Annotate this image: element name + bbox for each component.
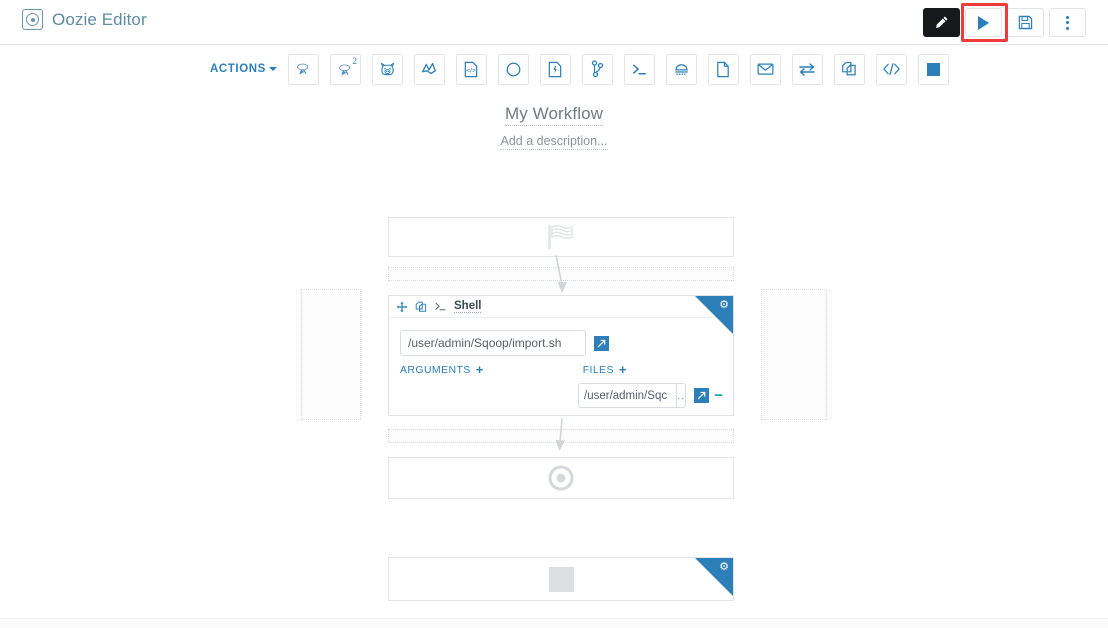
circle-icon [506,62,521,76]
shell-prompt-icon [633,63,646,75]
action-spark[interactable] [539,53,571,85]
actions-dropdown[interactable]: ACTIONS [210,63,277,75]
action-kill[interactable] [917,53,949,85]
caret-down-icon [268,66,277,71]
copy-icon[interactable] [415,301,427,313]
kill-node[interactable]: ⚙ [388,557,734,601]
hive-bee-icon [297,63,309,75]
shell-node[interactable]: Shell ✕ ARGUMENTS + FILES + [388,295,734,416]
fork-branch-icon [591,60,604,78]
app-title: Oozie Editor [52,9,147,29]
shell-settings-ribbon[interactable] [695,296,733,334]
copy-icon [842,61,857,76]
save-button[interactable] [1007,8,1044,37]
move-arrows-icon[interactable] [396,301,408,313]
shell-file-expand-icon[interactable] [694,388,710,403]
footer-band [0,618,1108,628]
shell-node-body: ARGUMENTS + FILES + .. − [389,318,733,408]
action-generic[interactable] [875,53,907,85]
action-mapreduce[interactable] [497,53,529,85]
filled-square-icon [926,62,940,76]
action-fork[interactable] [581,53,613,85]
shell-prompt-icon [434,301,447,312]
oozie-circle-icon [22,9,43,30]
header-action-buttons [923,3,1086,42]
shell-file-remove-icon[interactable]: − [714,388,723,403]
spark-doc-icon [549,61,562,77]
connector-start-to-shell [555,255,567,293]
edit-button[interactable] [923,8,960,37]
envelope-icon [757,63,774,75]
document-icon [717,61,730,77]
shell-command-row [400,330,723,356]
action-shell[interactable] [623,53,655,85]
dropzone-right-of-shell[interactable] [761,289,827,420]
kill-settings-ribbon[interactable] [695,558,733,596]
action-sqoop[interactable] [413,53,445,85]
shell-file-browse-button[interactable]: .. [676,383,687,408]
end-node[interactable] [388,457,734,499]
arguments-add-button[interactable]: ARGUMENTS + [400,363,484,376]
action-pig[interactable] [371,53,403,85]
pencil-icon [936,16,948,28]
filled-square-icon [548,566,574,592]
arguments-label: ARGUMENTS [400,363,471,376]
files-label: FILES [582,363,614,376]
workflow-description[interactable]: Add a description... [500,134,608,150]
svg-text:</>: </> [467,67,477,74]
transfer-arrows-icon [799,63,816,76]
shell-command-input[interactable] [400,330,586,356]
workflow-canvas: Shell ✕ ARGUMENTS + FILES + [0,160,1108,628]
start-node[interactable] [388,217,734,257]
actions-label: ACTIONS [210,63,266,75]
action-subworkflow[interactable] [791,53,823,85]
action-fs[interactable] [707,53,739,85]
action-hive[interactable] [287,53,319,85]
arguments-plus-icon: + [475,362,484,377]
connector-shell-to-end [555,418,565,451]
actions-toolbar: ACTIONS 2 </> [0,45,1108,93]
workflow-title-row: My Workflow [0,104,1108,126]
distcp-icon [675,64,688,75]
workflow-title[interactable]: My Workflow [504,104,604,126]
shell-command-expand-icon[interactable] [594,335,609,351]
action-distcp[interactable] [665,53,697,85]
code-brackets-icon [883,63,900,75]
files-add-button[interactable]: FILES + [583,363,627,376]
code-document-icon: </> [465,61,478,77]
bullseye-icon [548,465,574,491]
action-java[interactable]: </> [455,53,487,85]
brand: Oozie Editor [22,9,147,30]
play-icon [978,15,989,30]
sqoop-icon [422,62,437,75]
floppy-disk-icon [1018,15,1033,30]
dropzone-left-of-shell[interactable] [301,289,361,420]
hive2-superscript: 2 [352,55,357,66]
action-copy[interactable] [833,53,865,85]
shell-node-label[interactable]: Shell [454,300,482,313]
action-hive2[interactable]: 2 [329,53,361,85]
shell-labels-row: ARGUMENTS + FILES + [400,363,723,376]
shell-file-row: .. − [578,383,723,408]
run-button[interactable] [965,8,1002,37]
checkered-flag-icon [548,224,573,249]
workflow-description-row: Add a description... [0,132,1108,150]
shell-node-header: Shell ✕ [389,296,733,318]
more-button[interactable] [1049,8,1086,37]
pig-icon [380,61,395,75]
app-header: Oozie Editor [0,0,1108,45]
action-email[interactable] [749,53,781,85]
hive-bee-icon [339,63,351,75]
files-plus-icon: + [618,362,627,377]
shell-file-input[interactable] [578,383,676,408]
vertical-dots-icon [1066,15,1069,30]
